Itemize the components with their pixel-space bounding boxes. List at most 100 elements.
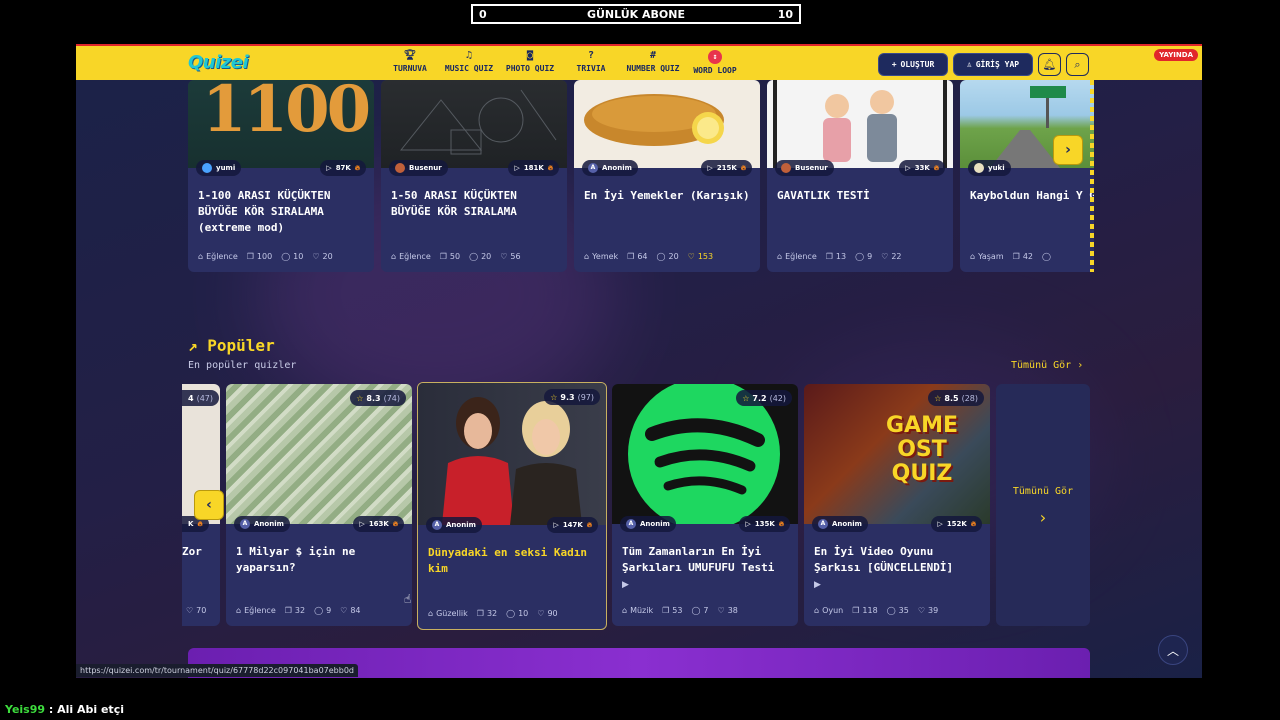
rating-value: 9.3 <box>560 392 575 402</box>
views-badge: ▷ 135K 🔥︎ <box>739 516 790 532</box>
quiz-title[interactable]: Tüm Zamanların En İyi Şarkıları UMUFUFU … <box>622 544 790 576</box>
views-badge: ▷ 147K 🔥︎ <box>547 517 598 533</box>
question-icon: ? <box>587 50 595 61</box>
comment-count: ◯ 20 <box>469 252 491 261</box>
rating-value: 7.2 <box>752 393 767 403</box>
see-all-card[interactable]: Tümünü Gör › <box>996 384 1090 626</box>
quiz-title[interactable]: 1 Milyar $ için ne yaparsın? <box>236 544 404 576</box>
login-label: GİRİŞ YAP <box>975 60 1020 69</box>
author-badge: A Anonim <box>620 516 676 532</box>
views-count: 33K <box>914 164 930 172</box>
nav-word-loop[interactable]: ↕ WORD LOOP <box>690 50 740 75</box>
category-label: Oyun <box>822 606 844 615</box>
quiz-card-hovered[interactable]: ☆ 9.3 (97) A Anonim ▷ 147K 🔥︎ Dünyadaki en se… <box>417 382 607 630</box>
comment-icon: ◯ <box>855 252 865 261</box>
camera-icon: ◙ <box>526 50 534 61</box>
quiz-card[interactable]: 1100 yumi ▷ 87K 🔥︎ 1-100 ARASI KÜÇÜKTEN BÜ… <box>188 80 374 272</box>
quiz-card[interactable]: yuki Kayboldun Hangi Y Gidersin? ⌂Yaşam … <box>960 80 1094 272</box>
question-count: ❐ 32 <box>477 609 497 618</box>
category: ⌂ Yaşam <box>970 252 1004 261</box>
comment-count: ◯ 10 <box>506 609 528 618</box>
comment-icon: ◯ <box>656 252 666 261</box>
quiz-title[interactable]: Zor <box>182 544 212 560</box>
quiz-card-image: 1100 <box>188 80 374 168</box>
rating-badge: ☆ 7.2 (42) <box>736 390 792 406</box>
quiz-title[interactable]: Kayboldun Hangi Y Gidersin? <box>970 188 1094 204</box>
nav-number-quiz[interactable]: # NUMBER QUIZ <box>624 50 682 73</box>
carousel-prev-button[interactable]: ‹ <box>194 490 224 520</box>
views-count: 87K <box>335 164 351 172</box>
login-button[interactable]: ♙ GİRİŞ YAP <box>953 53 1033 76</box>
quiz-card[interactable]: Busenur ▷ 33K 🔥︎ GAVATLIK TESTİ ⌂ Eğlence ❐… <box>767 80 953 272</box>
fire-icon: 🔥︎ <box>354 163 360 172</box>
mouse-cursor-icon: ☝︎ <box>404 592 412 606</box>
author-name: Anonim <box>640 520 670 528</box>
quiz-stats: ⌂ Yemek ❐ 64 ◯ 20 ♡ 153 <box>584 252 752 261</box>
quiz-title[interactable]: GAVATLIK TESTİ <box>777 188 945 204</box>
top-nav: Quizei 🏆︎ TURNUVA ♫ MUSIC QUIZ ◙ PHOTO Q… <box>76 44 1202 80</box>
comment-icon: ◯ <box>469 252 479 261</box>
site-logo[interactable]: Quizei <box>188 52 249 73</box>
question-count: ❐ 64 <box>627 252 647 261</box>
quiz-title[interactable]: En İyi Video Oyunu Şarkısı [GÜNCELLENDİ] <box>814 544 982 576</box>
see-all-link[interactable]: Tümünü Gör › <box>1011 360 1083 371</box>
question-count-value: 42 <box>1022 252 1033 261</box>
carousel-next-button[interactable]: › <box>1053 135 1083 165</box>
quiz-card[interactable]: GAME OST QUIZ ☆ 8.5 (28) A Anonim ▷ 152K 🔥︎ En … <box>804 384 990 626</box>
quiz-title[interactable]: En İyi Yemekler (Karışık) <box>584 188 752 204</box>
views-badge: ▷ 152K 🔥︎ <box>931 516 982 532</box>
status-bar-url: https://quizei.com/tr/tournament/quiz/67… <box>76 664 358 677</box>
scroll-to-top-button[interactable]: ︿ <box>1158 635 1188 665</box>
image-text-line-2: OST <box>897 437 947 462</box>
author-badge: Busenur <box>775 160 834 176</box>
avatar: A <box>432 520 442 530</box>
author-name: Anonim <box>446 521 476 529</box>
nav-photo-quiz[interactable]: ◙ PHOTO QUIZ <box>504 50 556 73</box>
like-count-value: 56 <box>510 252 521 261</box>
author-name: Busenur <box>795 164 828 172</box>
food-image <box>584 94 724 146</box>
quiz-stats: ⌂ Müzik ❐ 53 ◯ 7 ♡ 38 <box>622 606 790 615</box>
rating-badge: 4 (47) <box>182 390 219 406</box>
comment-count-value: 7 <box>703 606 709 615</box>
like-count: ♡ 22 <box>881 252 901 261</box>
avatar <box>395 163 405 173</box>
popular-title-text: Popüler <box>207 336 275 355</box>
like-count-value: 70 <box>196 606 207 615</box>
author-name: yuki <box>988 164 1005 172</box>
loop-icon: ↕ <box>708 50 722 64</box>
comment-count: ◯ 9 <box>314 606 331 615</box>
question-count: ❐ 100 <box>247 252 272 261</box>
quiz-card[interactable]: A Anonim ▷ 215K 🔥︎ En İyi Yemekler (Karışık… <box>574 80 760 272</box>
nav-music-quiz[interactable]: ♫ MUSIC QUIZ <box>444 50 494 73</box>
heart-icon: ♡ <box>340 606 348 615</box>
category-label: Güzellik <box>436 609 468 618</box>
chevron-right-icon: › <box>1077 360 1084 371</box>
quiz-card[interactable]: Busenur ▷ 181K 🔥︎ 1-50 ARASI KÜÇÜKTEN BÜYÜ… <box>381 80 567 272</box>
quiz-card[interactable]: ☆ 8.3 (74) A Anonim ▷ 163K 🔥︎ 1 Milyar $ için… <box>226 384 412 626</box>
comment-count-value: 20 <box>668 252 679 261</box>
quiz-card-image <box>767 80 953 168</box>
category-label: Eğlence <box>244 606 276 615</box>
views-badge: ▷ 87K 🔥︎ <box>320 160 366 176</box>
quiz-stats: ⌂ Oyun ❐ 118 ◯ 35 ♡ 39 <box>814 606 982 615</box>
nav-trivia[interactable]: ? TRIVIA <box>574 50 608 73</box>
quiz-card[interactable]: ☆ 7.2 (42) A Anonim ▷ 135K 🔥︎ Tüm Zamanların … <box>612 384 798 626</box>
tag-icon: ⌂ <box>428 609 434 618</box>
heart-icon: ♡ <box>186 606 194 615</box>
hash-icon: # <box>649 50 657 61</box>
category: ⌂ Oyun <box>814 606 843 615</box>
nav-tournament[interactable]: 🏆︎ TURNUVA <box>390 50 430 73</box>
comment-count-value: 35 <box>898 606 909 615</box>
create-button[interactable]: + OLUŞTUR <box>878 53 948 76</box>
layers-icon: ❐ <box>852 606 860 615</box>
comment-icon: ◯ <box>281 252 291 261</box>
search-icon[interactable]: ⌕ <box>1066 53 1089 76</box>
quiz-title[interactable]: Dünyadaki en seksi Kadın kim <box>428 545 598 577</box>
quiz-title[interactable]: 1-100 ARASI KÜÇÜKTEN BÜYÜĞE KÖR SIRALAMA… <box>198 188 366 236</box>
quiz-title[interactable]: 1-50 ARASI KÜÇÜKTEN BÜYÜĞE KÖR SIRALAMA <box>391 188 559 220</box>
notification-bell-icon[interactable]: 🔔︎ <box>1038 53 1061 76</box>
layers-icon: ❐ <box>627 252 635 261</box>
views-count: 135K <box>754 520 775 528</box>
views-count: 215K <box>716 164 737 172</box>
